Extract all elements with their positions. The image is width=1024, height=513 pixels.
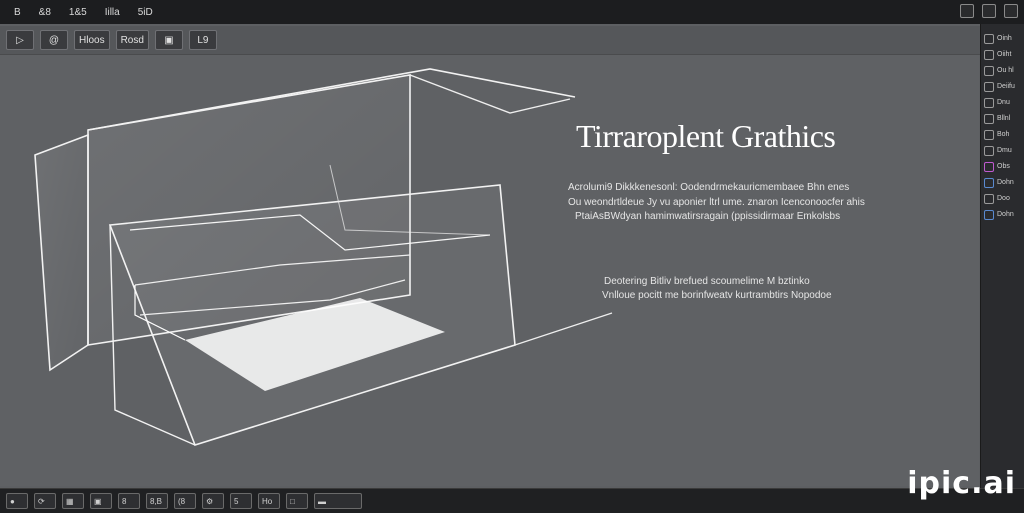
- layer-icon: [984, 209, 994, 220]
- tab-icon[interactable]: ▬: [314, 493, 362, 509]
- heading-title: Tirraroplent Grathics: [576, 118, 836, 154]
- panel-row[interactable]: Dohn: [984, 208, 1022, 221]
- panel-row[interactable]: Dohn: [984, 176, 1022, 189]
- toolbar: ▷ @ Hloos Rosd ▣ L9: [0, 26, 986, 55]
- close-button[interactable]: [1004, 4, 1018, 18]
- panel-row[interactable]: Oinh: [984, 32, 1022, 45]
- description-line: Vnlloue pocitt me borinfweatv kurtrambti…: [602, 290, 832, 301]
- menu-item[interactable]: 5iD: [134, 6, 157, 19]
- status-button[interactable]: 5: [230, 493, 252, 509]
- menu-item[interactable]: B: [10, 6, 25, 19]
- eye-icon: [984, 145, 994, 156]
- menu-item[interactable]: Iilla: [101, 6, 124, 19]
- layer-icon: [984, 97, 994, 108]
- layer-icon: [984, 81, 994, 92]
- status-button[interactable]: (8: [174, 493, 196, 509]
- maximize-button[interactable]: [982, 4, 996, 18]
- panel-row[interactable]: Deiifu: [984, 80, 1022, 93]
- tool-button[interactable]: Rosd: [115, 30, 149, 50]
- panel-row[interactable]: Bllnl: [984, 112, 1022, 125]
- right-panel: Oinh Oiiht Ou hl Deiifu Dnu Bllnl Boh Dm…: [980, 24, 1024, 488]
- description-line: Acrolumi9 Dikkkenesonl: Oodendrmekauricm…: [568, 182, 850, 193]
- cursor-icon: ▷: [16, 34, 24, 46]
- status-button[interactable]: Ho: [258, 493, 280, 509]
- status-bar: ● ⟳ ▦ ▣ 8 8,B (8 ⚙ 5 Ho □ ▬: [0, 488, 1024, 513]
- layer-icon: [984, 65, 994, 76]
- layer-icon: [984, 33, 994, 44]
- side-panel: [34, 133, 89, 372]
- record-icon[interactable]: ●: [6, 493, 28, 509]
- layer-icon: [984, 129, 994, 140]
- select-tool-button[interactable]: ▷: [6, 30, 34, 50]
- grid-icon[interactable]: ▦: [62, 493, 84, 509]
- panel-row[interactable]: Obs: [984, 160, 1022, 173]
- panel-row[interactable]: Boh: [984, 128, 1022, 141]
- description-line: PtaiAsBWdyan hamimwatirsragain (ppissidi…: [575, 211, 841, 222]
- panel-row[interactable]: Doo: [984, 192, 1022, 205]
- panel-row[interactable]: Dnu: [984, 96, 1022, 109]
- settings-icon[interactable]: ⚙: [202, 493, 224, 509]
- menu-bar: B &8 1&5 Iilla 5iD: [0, 0, 1024, 24]
- tool-button[interactable]: Hloos: [74, 30, 110, 50]
- panel-row[interactable]: Oiiht: [984, 48, 1022, 61]
- minimize-button[interactable]: [960, 4, 974, 18]
- layer-icon: [984, 177, 994, 188]
- layer-icon: [984, 193, 994, 204]
- layer-icon: [984, 113, 994, 124]
- tool-button[interactable]: L9: [188, 30, 217, 50]
- panel-row[interactable]: Dmu: [984, 144, 1022, 157]
- file-icon[interactable]: □: [286, 493, 308, 509]
- material-icon: [984, 161, 994, 172]
- description-line: Deotering Bitliv brefued scoumelime M bz…: [604, 276, 810, 287]
- refresh-icon[interactable]: ⟳: [34, 493, 56, 509]
- watermark-logo: ipic.ai: [907, 466, 1016, 501]
- panel-row[interactable]: Ou hl: [984, 64, 1022, 77]
- inner-edge: [514, 312, 613, 346]
- camera-icon[interactable]: ▣: [154, 30, 183, 50]
- layer-icon: [984, 49, 994, 60]
- tool-button[interactable]: @: [40, 30, 68, 50]
- description-line: Ou weondrtldeue Jy vu aponier ltrl ume. …: [568, 197, 865, 208]
- status-button[interactable]: 8: [118, 493, 140, 509]
- status-button[interactable]: 8,B: [146, 493, 168, 509]
- image-icon[interactable]: ▣: [90, 493, 112, 509]
- menu-item[interactable]: &8: [35, 6, 55, 19]
- menu-item[interactable]: 1&5: [65, 6, 91, 19]
- window-controls: [960, 4, 1018, 18]
